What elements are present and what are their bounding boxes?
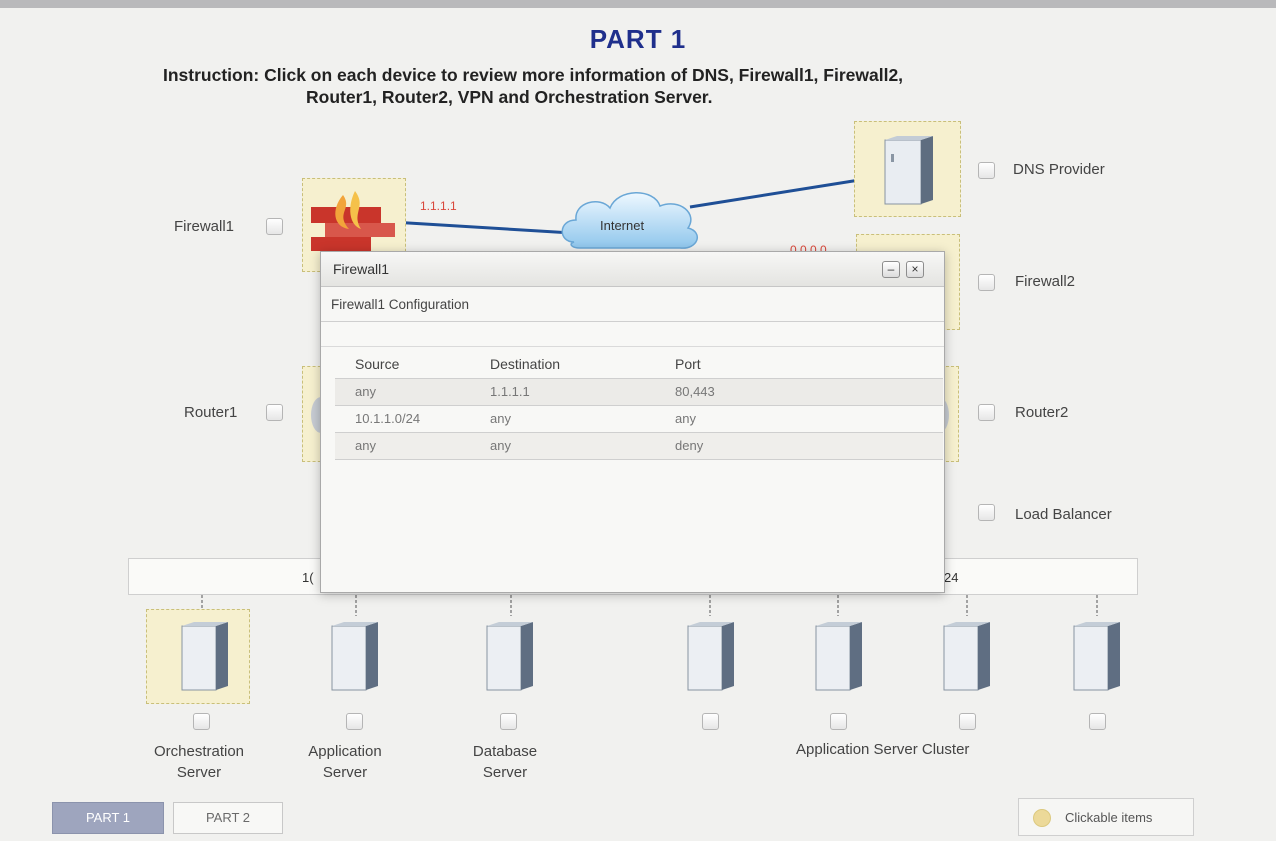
dialog-subtitle: Firewall1 Configuration [331,297,470,312]
column-header-port: Port [675,355,701,372]
load-balancer-label: Load Balancer [1015,506,1112,523]
internet-dns-link [689,176,873,209]
application-server-cluster-label: Application Server Cluster [796,741,970,758]
server-icon [884,136,933,205]
subnet-left-label: 1( [302,570,314,585]
clickable-items-legend: Clickable items [1018,798,1194,836]
dialog-header[interactable]: Firewall1 – × [321,252,944,287]
orchestration-server-label: Orchestration Server [153,743,245,781]
legend-label: Clickable items [1065,810,1153,825]
firewall-rules-table: Source Destination Port any 1.1.1.1 80,4… [335,350,943,460]
server-icon[interactable] [481,620,537,694]
server-icon[interactable] [1068,620,1124,694]
server-icon [181,622,228,691]
cell-destination: any [470,431,655,460]
tab-part-2[interactable]: PART 2 [173,802,283,834]
cell-destination: 1.1.1.1 [470,377,655,405]
firewall1-internet-link [391,220,573,235]
router1-checkbox[interactable] [266,404,283,421]
dialog-spacer-row [321,322,944,347]
firewall2-checkbox[interactable] [978,274,995,291]
router2-label: Router2 [1015,404,1069,421]
cluster-server-3-checkbox[interactable] [959,713,976,730]
subnet-right-label: 24 [944,570,959,585]
server-icon[interactable] [938,620,994,694]
server-icon[interactable] [682,620,738,694]
server-icon[interactable] [326,620,382,694]
tab-part-1[interactable]: PART 1 [52,802,164,834]
firewall2-label: Firewall2 [1015,273,1076,290]
close-icon[interactable]: × [906,261,924,278]
cluster-server-4-checkbox[interactable] [1089,713,1106,730]
table-header-row: Source Destination Port [335,350,943,378]
server-icon[interactable] [810,620,866,694]
table-row: any 1.1.1.1 80,443 [335,377,943,405]
dns-provider-checkbox[interactable] [978,162,995,179]
dialog-title: Firewall1 [333,261,390,277]
firewall1-checkbox[interactable] [266,218,283,235]
cell-port: any [655,404,943,432]
internet-label: Internet [600,218,645,233]
cell-destination: any [470,404,655,432]
minimize-icon[interactable]: – [882,261,900,278]
table-row: any any deny [335,431,943,460]
router1-label: Router1 [184,404,238,421]
dns-provider-label: DNS Provider [1013,161,1105,178]
database-server-checkbox[interactable] [500,713,517,730]
dialog-subtitle-bar: Firewall1 Configuration [321,287,944,322]
database-server-label: Database Server [472,743,538,781]
cluster-server-2-checkbox[interactable] [830,713,847,730]
orchestration-server-checkbox[interactable] [193,713,210,730]
firewall1-label: Firewall1 [174,218,235,235]
cell-port: deny [655,431,943,460]
cell-source: any [335,377,470,405]
router2-checkbox[interactable] [978,404,995,421]
dns-provider-device[interactable] [854,121,961,217]
firewall1-dialog: Firewall1 – × Firewall1 Configuration So… [320,251,945,593]
cell-source: any [335,431,470,460]
cell-port: 80,443 [655,377,943,405]
cluster-server-1-checkbox[interactable] [702,713,719,730]
cell-source: 10.1.1.0/24 [335,404,470,432]
firewall1-ip-label: 1.1.1.1 [420,199,457,213]
application-server-checkbox[interactable] [346,713,363,730]
load-balancer-checkbox[interactable] [978,504,995,521]
clickable-swatch-icon [1033,809,1051,827]
application-server-label: Application Server [308,743,382,781]
column-header-destination: Destination [490,355,561,372]
column-header-source: Source [355,355,400,372]
table-row: 10.1.1.0/24 any any [335,404,943,432]
